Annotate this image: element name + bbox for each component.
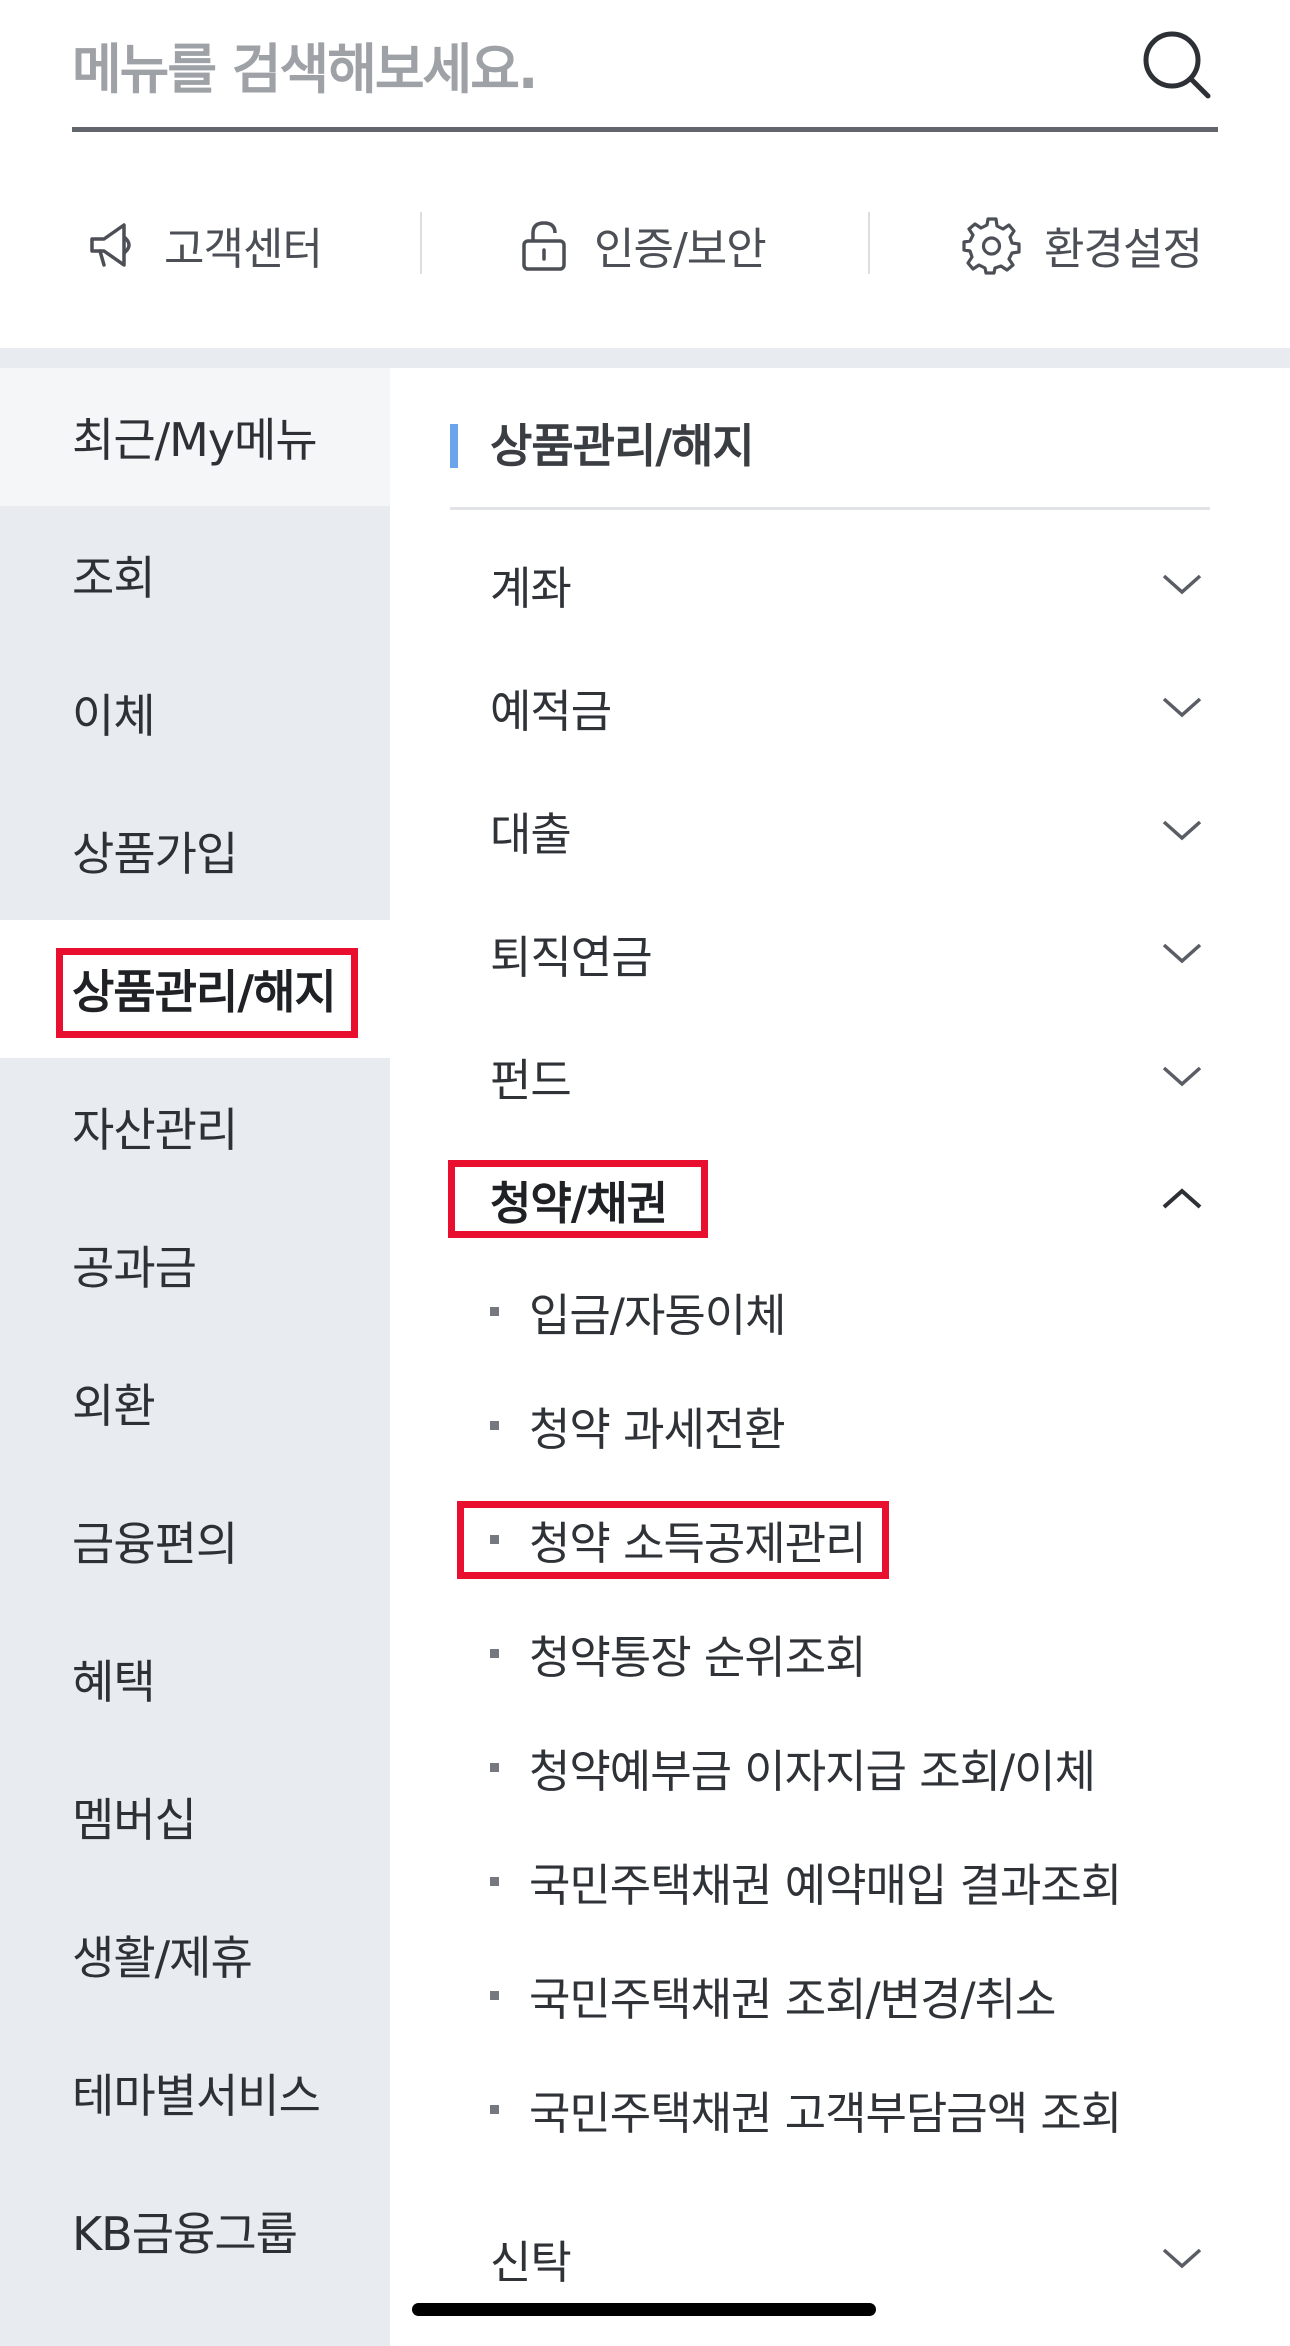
search-icon[interactable] xyxy=(1138,24,1218,104)
nav-item-recent-my[interactable]: 최근/My메뉴 xyxy=(0,368,390,506)
submenu-item[interactable]: 청약예부금 이자지급 조회/이체 xyxy=(490,1717,1250,1817)
submenu-label: 청약 과세전환 xyxy=(529,1402,786,1456)
bullet-icon xyxy=(490,1306,499,1316)
bullet-icon xyxy=(490,2104,499,2114)
nav-item-utility-bills[interactable]: 공과금 xyxy=(0,1196,390,1334)
category-pension[interactable]: 퇴직연금 xyxy=(490,903,1210,1003)
submenu-item[interactable]: 입금/자동이체 xyxy=(490,1261,1250,1361)
lock-icon xyxy=(522,221,566,271)
quick-link-label: 고객센터 xyxy=(164,224,323,275)
nav-item-kb-group[interactable]: KB금융그룹 xyxy=(0,2162,390,2300)
left-nav: 최근/My메뉴 조회 이체 상품가입 상품관리/해지 자산관리 공과금 외환 금… xyxy=(0,368,390,2346)
quick-link-divider xyxy=(868,212,870,274)
section-title: 상품관리/해지 xyxy=(490,419,755,473)
submenu-item[interactable]: 청약 과세전환 xyxy=(490,1375,1250,1475)
submenu-panel: 상품관리/해지 계좌 예적금 대출 퇴직연금 펀드 청약/채권 입금/자동이체 … xyxy=(390,368,1290,2346)
category-loan[interactable]: 대출 xyxy=(490,780,1210,880)
nav-item-product-join[interactable]: 상품가입 xyxy=(0,782,390,920)
megaphone-icon xyxy=(90,223,131,267)
all-menu-screen: 고객센터 인증/보안 환경설정 최근/My메뉴 조회 이체 상품가입 상품관리/… xyxy=(0,0,1290,2346)
section-accent-bar xyxy=(450,424,458,468)
nav-item-life-partner[interactable]: 생활/제휴 xyxy=(0,1886,390,2024)
category-label: 퇴직연금 xyxy=(490,930,653,984)
quick-link-settings[interactable]: 환경설정 xyxy=(962,200,1203,290)
bullet-icon xyxy=(490,1990,499,2000)
submenu-item[interactable]: 청약통장 순위조회 xyxy=(490,1603,1250,1703)
quick-link-label: 인증/보안 xyxy=(594,224,767,275)
section-separator xyxy=(0,348,1290,368)
search-bar xyxy=(72,0,1218,132)
category-label: 대출 xyxy=(490,807,572,861)
home-indicator xyxy=(412,2303,876,2316)
submenu-label: 국민주택채권 고객부담금액 조회 xyxy=(529,2086,1122,2140)
category-account[interactable]: 계좌 xyxy=(490,534,1210,634)
divider xyxy=(450,507,1210,510)
submenu-label: 청약 소득공제관리 xyxy=(529,1516,867,1570)
chevron-up-icon xyxy=(1162,1188,1202,1209)
submenu-item[interactable]: 국민주택채권 예약매입 결과조회 xyxy=(490,1831,1250,1931)
quick-links: 고객센터 인증/보안 환경설정 xyxy=(0,200,1290,290)
chevron-down-icon xyxy=(1162,2248,1202,2269)
submenu-label: 국민주택채권 예약매입 결과조회 xyxy=(529,1858,1122,1912)
nav-item-inquiry[interactable]: 조회 xyxy=(0,506,390,644)
category-trust[interactable]: 신탁 xyxy=(490,2208,1210,2308)
quick-link-label: 환경설정 xyxy=(1044,224,1203,275)
category-subscription-bond[interactable]: 청약/채권 xyxy=(490,1149,1210,1249)
chevron-down-icon xyxy=(1162,820,1202,841)
nav-item-asset-manage[interactable]: 자산관리 xyxy=(0,1058,390,1196)
search-input[interactable] xyxy=(72,24,1102,114)
quick-link-customer-center[interactable]: 고객센터 xyxy=(86,200,323,290)
submenu-item[interactable]: 국민주택채권 고객부담금액 조회 xyxy=(490,2059,1250,2159)
nav-item-product-manage[interactable]: 상품관리/해지 xyxy=(0,920,390,1058)
chevron-down-icon xyxy=(1162,943,1202,964)
nav-item-financial-convenience[interactable]: 금융편의 xyxy=(0,1472,390,1610)
submenu-item[interactable]: 국민주택채권 조회/변경/취소 xyxy=(490,1945,1250,2045)
nav-item-membership[interactable]: 멤버십 xyxy=(0,1748,390,1886)
submenu-label: 입금/자동이체 xyxy=(529,1288,787,1342)
category-deposit[interactable]: 예적금 xyxy=(490,657,1210,757)
category-fund[interactable]: 펀드 xyxy=(490,1026,1210,1126)
submenu-label: 국민주택채권 조회/변경/취소 xyxy=(529,1972,1056,2026)
chevron-down-icon xyxy=(1162,697,1202,718)
category-label: 청약/채권 xyxy=(490,1176,668,1230)
bullet-icon xyxy=(490,1876,499,1886)
nav-item-theme-service[interactable]: 테마별서비스 xyxy=(0,2024,390,2162)
bullet-icon xyxy=(490,1534,499,1544)
category-label: 신탁 xyxy=(490,2235,572,2289)
nav-item-transfer[interactable]: 이체 xyxy=(0,644,390,782)
category-label: 펀드 xyxy=(490,1053,572,1107)
gear-icon xyxy=(962,217,1021,275)
bullet-icon xyxy=(490,1762,499,1772)
quick-link-divider xyxy=(420,212,422,274)
submenu-item[interactable]: 청약 소득공제관리 xyxy=(490,1489,1250,1589)
chevron-down-icon xyxy=(1162,574,1202,595)
category-label: 계좌 xyxy=(490,561,572,615)
category-label: 예적금 xyxy=(490,684,612,738)
nav-item-benefits[interactable]: 혜택 xyxy=(0,1610,390,1748)
quick-link-auth-security[interactable]: 인증/보안 xyxy=(516,200,767,290)
nav-item-foreign-exchange[interactable]: 외환 xyxy=(0,1334,390,1472)
submenu-label: 청약통장 순위조회 xyxy=(529,1630,867,1684)
chevron-down-icon xyxy=(1162,1066,1202,1087)
bullet-icon xyxy=(490,1648,499,1658)
bullet-icon xyxy=(490,1420,499,1430)
submenu-label: 청약예부금 이자지급 조회/이체 xyxy=(529,1744,1096,1798)
